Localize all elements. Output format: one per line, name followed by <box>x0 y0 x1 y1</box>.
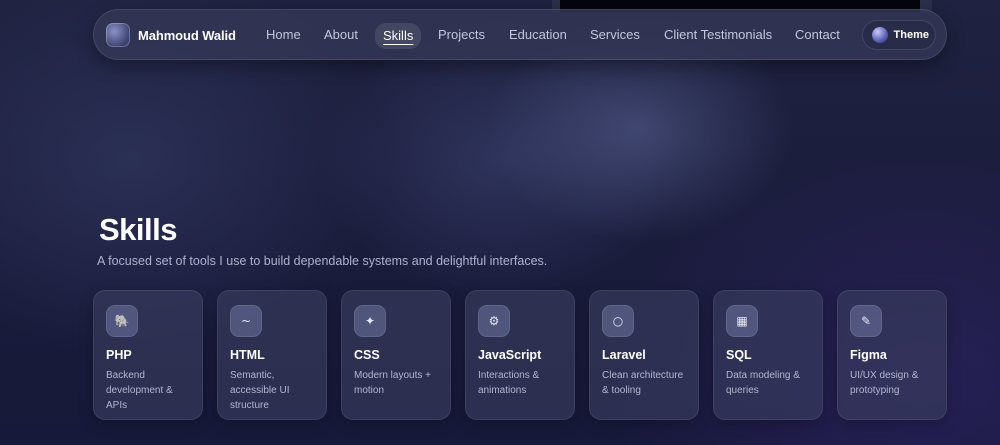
nav-link-contact[interactable]: Contact <box>795 24 840 46</box>
skill-title: PHP <box>106 348 132 362</box>
skill-description: Interactions & animations <box>478 370 540 396</box>
nav-links: Home About Skills Projects Education Ser… <box>94 10 946 59</box>
tilde-icon: ~ <box>230 305 262 337</box>
navbar: Mahmoud Walid Home About Skills Projects… <box>93 9 947 60</box>
skills-grid: 🐘 PHP Backend development & APIs ~ HTML … <box>93 290 953 422</box>
nav-link-client-testimonials[interactable]: Client Testimonials <box>664 24 772 46</box>
skill-title: SQL <box>726 348 752 362</box>
skill-card-css[interactable]: ✦ CSS Modern layouts + motion <box>341 290 451 420</box>
skill-description: Clean architecture & tooling <box>602 370 684 396</box>
section-subtitle: A focused set of tools I use to build de… <box>97 254 548 268</box>
skill-description: Semantic, accessible UI structure <box>230 370 290 411</box>
section-title: Skills <box>99 212 178 247</box>
skill-title: Laravel <box>602 348 646 362</box>
sparkle-icon: ✦ <box>354 305 386 337</box>
nav-link-about[interactable]: About <box>324 24 358 46</box>
skill-description: Data modeling & queries <box>726 370 800 396</box>
skill-card-html[interactable]: ~ HTML Semantic, accessible UI structure <box>217 290 327 420</box>
nav-link-education[interactable]: Education <box>509 24 567 46</box>
theme-orb-icon <box>872 27 888 43</box>
skill-title: HTML <box>230 348 265 362</box>
skill-card-laravel[interactable]: ○ Laravel Clean architecture & tooling <box>589 290 699 420</box>
nav-link-projects[interactable]: Projects <box>438 24 485 46</box>
gear-icon: ⚙ <box>478 305 510 337</box>
theme-toggle-button[interactable]: Theme <box>862 20 936 50</box>
skill-card-javascript[interactable]: ⚙ JavaScript Interactions & animations <box>465 290 575 420</box>
skill-description: Modern layouts + motion <box>354 370 431 396</box>
grid-icon: ▦ <box>726 305 758 337</box>
skill-card-sql[interactable]: ▦ SQL Data modeling & queries <box>713 290 823 420</box>
skill-description: Backend development & APIs <box>106 370 173 411</box>
skill-title: CSS <box>354 348 380 362</box>
skill-description: UI/UX design & prototyping <box>850 370 919 396</box>
pen-icon: ✎ <box>850 305 882 337</box>
theme-label: Theme <box>893 29 929 41</box>
elephant-icon: 🐘 <box>106 305 138 337</box>
nav-link-services[interactable]: Services <box>590 24 640 46</box>
skill-card-figma[interactable]: ✎ Figma UI/UX design & prototyping <box>837 290 947 420</box>
nav-link-home[interactable]: Home <box>266 24 301 46</box>
nav-link-skills[interactable]: Skills <box>375 23 422 49</box>
skill-title: Figma <box>850 348 887 362</box>
circle-icon: ○ <box>602 305 634 337</box>
skill-title: JavaScript <box>478 348 542 362</box>
skill-card-php[interactable]: 🐘 PHP Backend development & APIs <box>93 290 203 420</box>
